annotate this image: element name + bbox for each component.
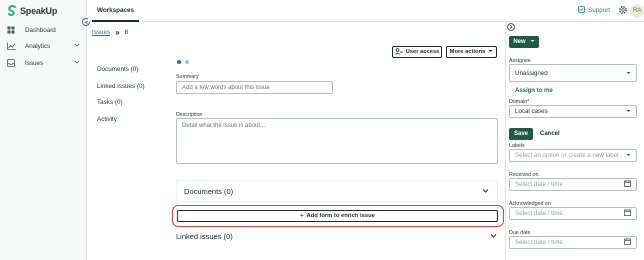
user-key-icon [394,47,403,57]
sidebar-item-dashboard[interactable]: Dashboard [4,23,84,37]
tab-workspaces[interactable]: Workspaces [92,0,139,22]
acknowledged-on-input[interactable]: Select date / time [509,207,637,220]
add-form-label: Add form to enrich issue [306,213,375,219]
grid-icon [6,26,16,34]
new-label: New [513,39,526,45]
double-chevron-right-icon: » [115,28,120,37]
cancel-button[interactable]: Cancel [540,131,560,137]
app-logo[interactable]: SpeakUp [8,5,58,17]
content-nav-linked-issues[interactable]: Linked issues (0) [97,83,145,90]
caret-down-icon [626,152,631,159]
date-placeholder: Select date / time [515,181,563,188]
gear-icon [618,6,628,17]
new-button[interactable]: New [509,36,539,48]
breadcrumb-issues-link[interactable]: Issues [92,29,110,36]
assignee-select[interactable]: Unassigned [509,64,637,82]
caret-down-icon [626,70,631,77]
sidebar-item-label: Analytics [25,42,51,50]
chevron-right-circle-icon [507,23,515,33]
inbox-icon [6,59,16,67]
assign-to-me-link[interactable]: Assign to me [515,88,553,94]
support-label: Support [588,7,611,14]
date-placeholder: Select date / time [515,239,563,246]
content-nav-documents[interactable]: Documents (0) [97,66,138,73]
user-access-button[interactable]: User access [392,46,442,58]
received-on-input[interactable]: Select date / time [509,178,637,191]
description-textarea[interactable] [176,118,498,164]
more-actions-label: More actions [449,49,486,55]
chevron-down-icon[interactable] [490,233,497,241]
sidebar-item-analytics[interactable]: Analytics [4,39,84,53]
breadcrumb-current: 8 [124,29,129,36]
chart-icon [6,42,16,50]
support-icon [578,6,585,15]
breadcrumb: Issues » 8 [92,28,128,37]
calendar-icon[interactable] [624,180,631,189]
settings-button[interactable] [618,5,628,17]
domain-value: Local cases [515,108,548,115]
brand-name: SpeakUp [20,5,58,16]
assignee-value: Unassigned [515,69,548,77]
caret-down-icon [488,49,493,55]
caret-down-icon [530,39,535,45]
support-link[interactable]: Support [578,6,610,15]
top-bar [88,0,644,22]
content-nav-activity[interactable]: Activity [97,116,117,123]
sidebar-item-issues[interactable]: Issues [4,56,84,70]
chevron-down-icon [74,59,80,67]
chevron-down-icon[interactable] [482,188,489,196]
save-button[interactable]: Save [509,128,533,140]
summary-input[interactable] [176,81,333,94]
summary-label: Summary [176,74,199,80]
calendar-icon[interactable] [624,209,631,218]
domain-select[interactable]: Local cases [509,105,637,118]
panel-collapse-button[interactable] [507,23,515,33]
chevron-down-icon [74,42,80,50]
step-indicator [177,60,189,64]
add-form-button[interactable]: + Add form to enrich issue [177,210,498,222]
calendar-icon[interactable] [624,238,631,247]
user-access-label: User access [405,49,440,55]
speakup-logo-icon [8,5,17,17]
labels-select[interactable]: Select an option or create a new label [509,149,637,162]
linked-issues-section-title[interactable]: Linked issues (0) [176,232,233,241]
user-avatar[interactable]: RA [630,4,644,18]
due-date-input[interactable]: Select date / time [509,236,637,249]
sidebar-item-label: Dashboard [25,26,56,34]
content-nav-tasks[interactable]: Tasks (0) [97,99,123,106]
documents-section-title[interactable]: Documents (0) [184,187,233,196]
date-placeholder: Select date / time [515,210,563,217]
sidebar-item-label: Issues [25,59,44,67]
step-dot[interactable] [185,60,189,64]
plus-icon: + [300,213,304,219]
caret-down-icon [626,108,631,115]
more-actions-button[interactable]: More actions [446,46,497,58]
labels-placeholder: Select an option or create a new label [515,152,619,159]
step-dot-active[interactable] [177,60,181,64]
